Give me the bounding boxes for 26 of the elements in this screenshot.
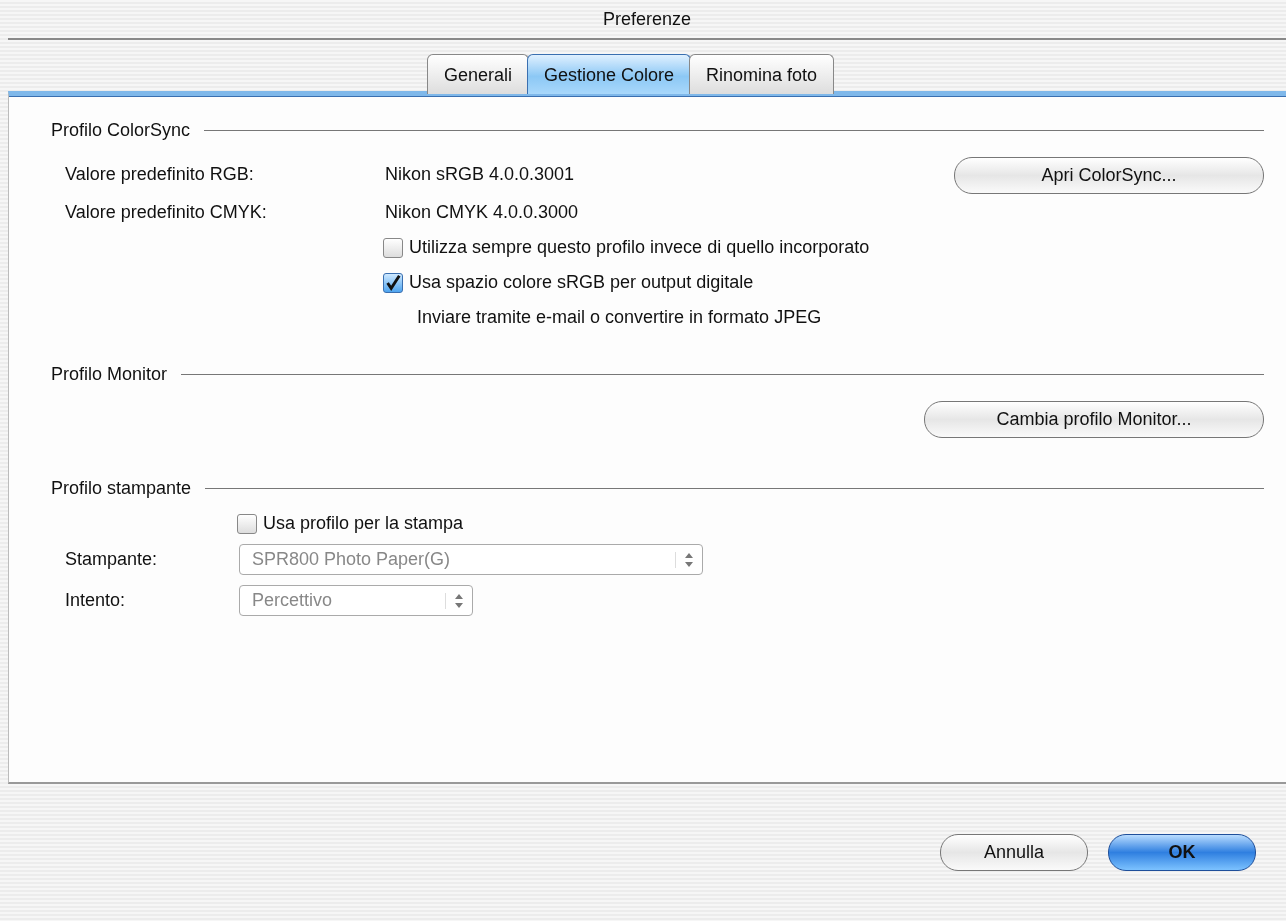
checkbox-label: Utilizza sempre questo profilo invece di quello incorporato [409,237,870,258]
field-label: Intento: [64,590,127,611]
section-title: Profilo Monitor [51,364,168,385]
checkbox[interactable] [383,237,403,258]
tab[interactable]: Gestione Colore [526,54,692,94]
profile-value: Nikon CMYK 4.0.0.3000 [385,201,579,223]
field-label: Valore predefinito RGB: [64,163,255,185]
checkbox[interactable] [383,272,403,293]
updown-arrows-icon [684,551,694,568]
tab[interactable]: Generali [426,54,529,94]
profile-value: Nikon sRGB 4.0.0.3001 [385,163,575,185]
tab[interactable]: Rinomina foto [689,54,835,94]
open-colorsync-button[interactable]: Apri ColorSync... [954,157,1264,194]
checkbox[interactable] [237,513,257,534]
field-label: Stampante: [64,549,159,570]
checkbox-label: Usa profilo per la stampa [263,513,464,534]
dialog-button[interactable]: OK [1108,834,1256,871]
change-monitor-profile-button[interactable]: Cambia profilo Monitor... [924,401,1264,438]
field-label: Valore predefinito CMYK: [64,201,268,223]
hint-text: Inviare tramite e-mail o convertire in formato JPEG [416,307,823,328]
checkbox-label: Usa spazio colore sRGB per output digitale [409,272,754,293]
dialog-button[interactable]: Annulla [940,834,1088,871]
section-title: Profilo stampante [51,478,192,499]
updown-arrows-icon [454,592,464,609]
section-title: Profilo ColorSync [51,120,191,141]
window-title: Preferenze [602,8,692,30]
